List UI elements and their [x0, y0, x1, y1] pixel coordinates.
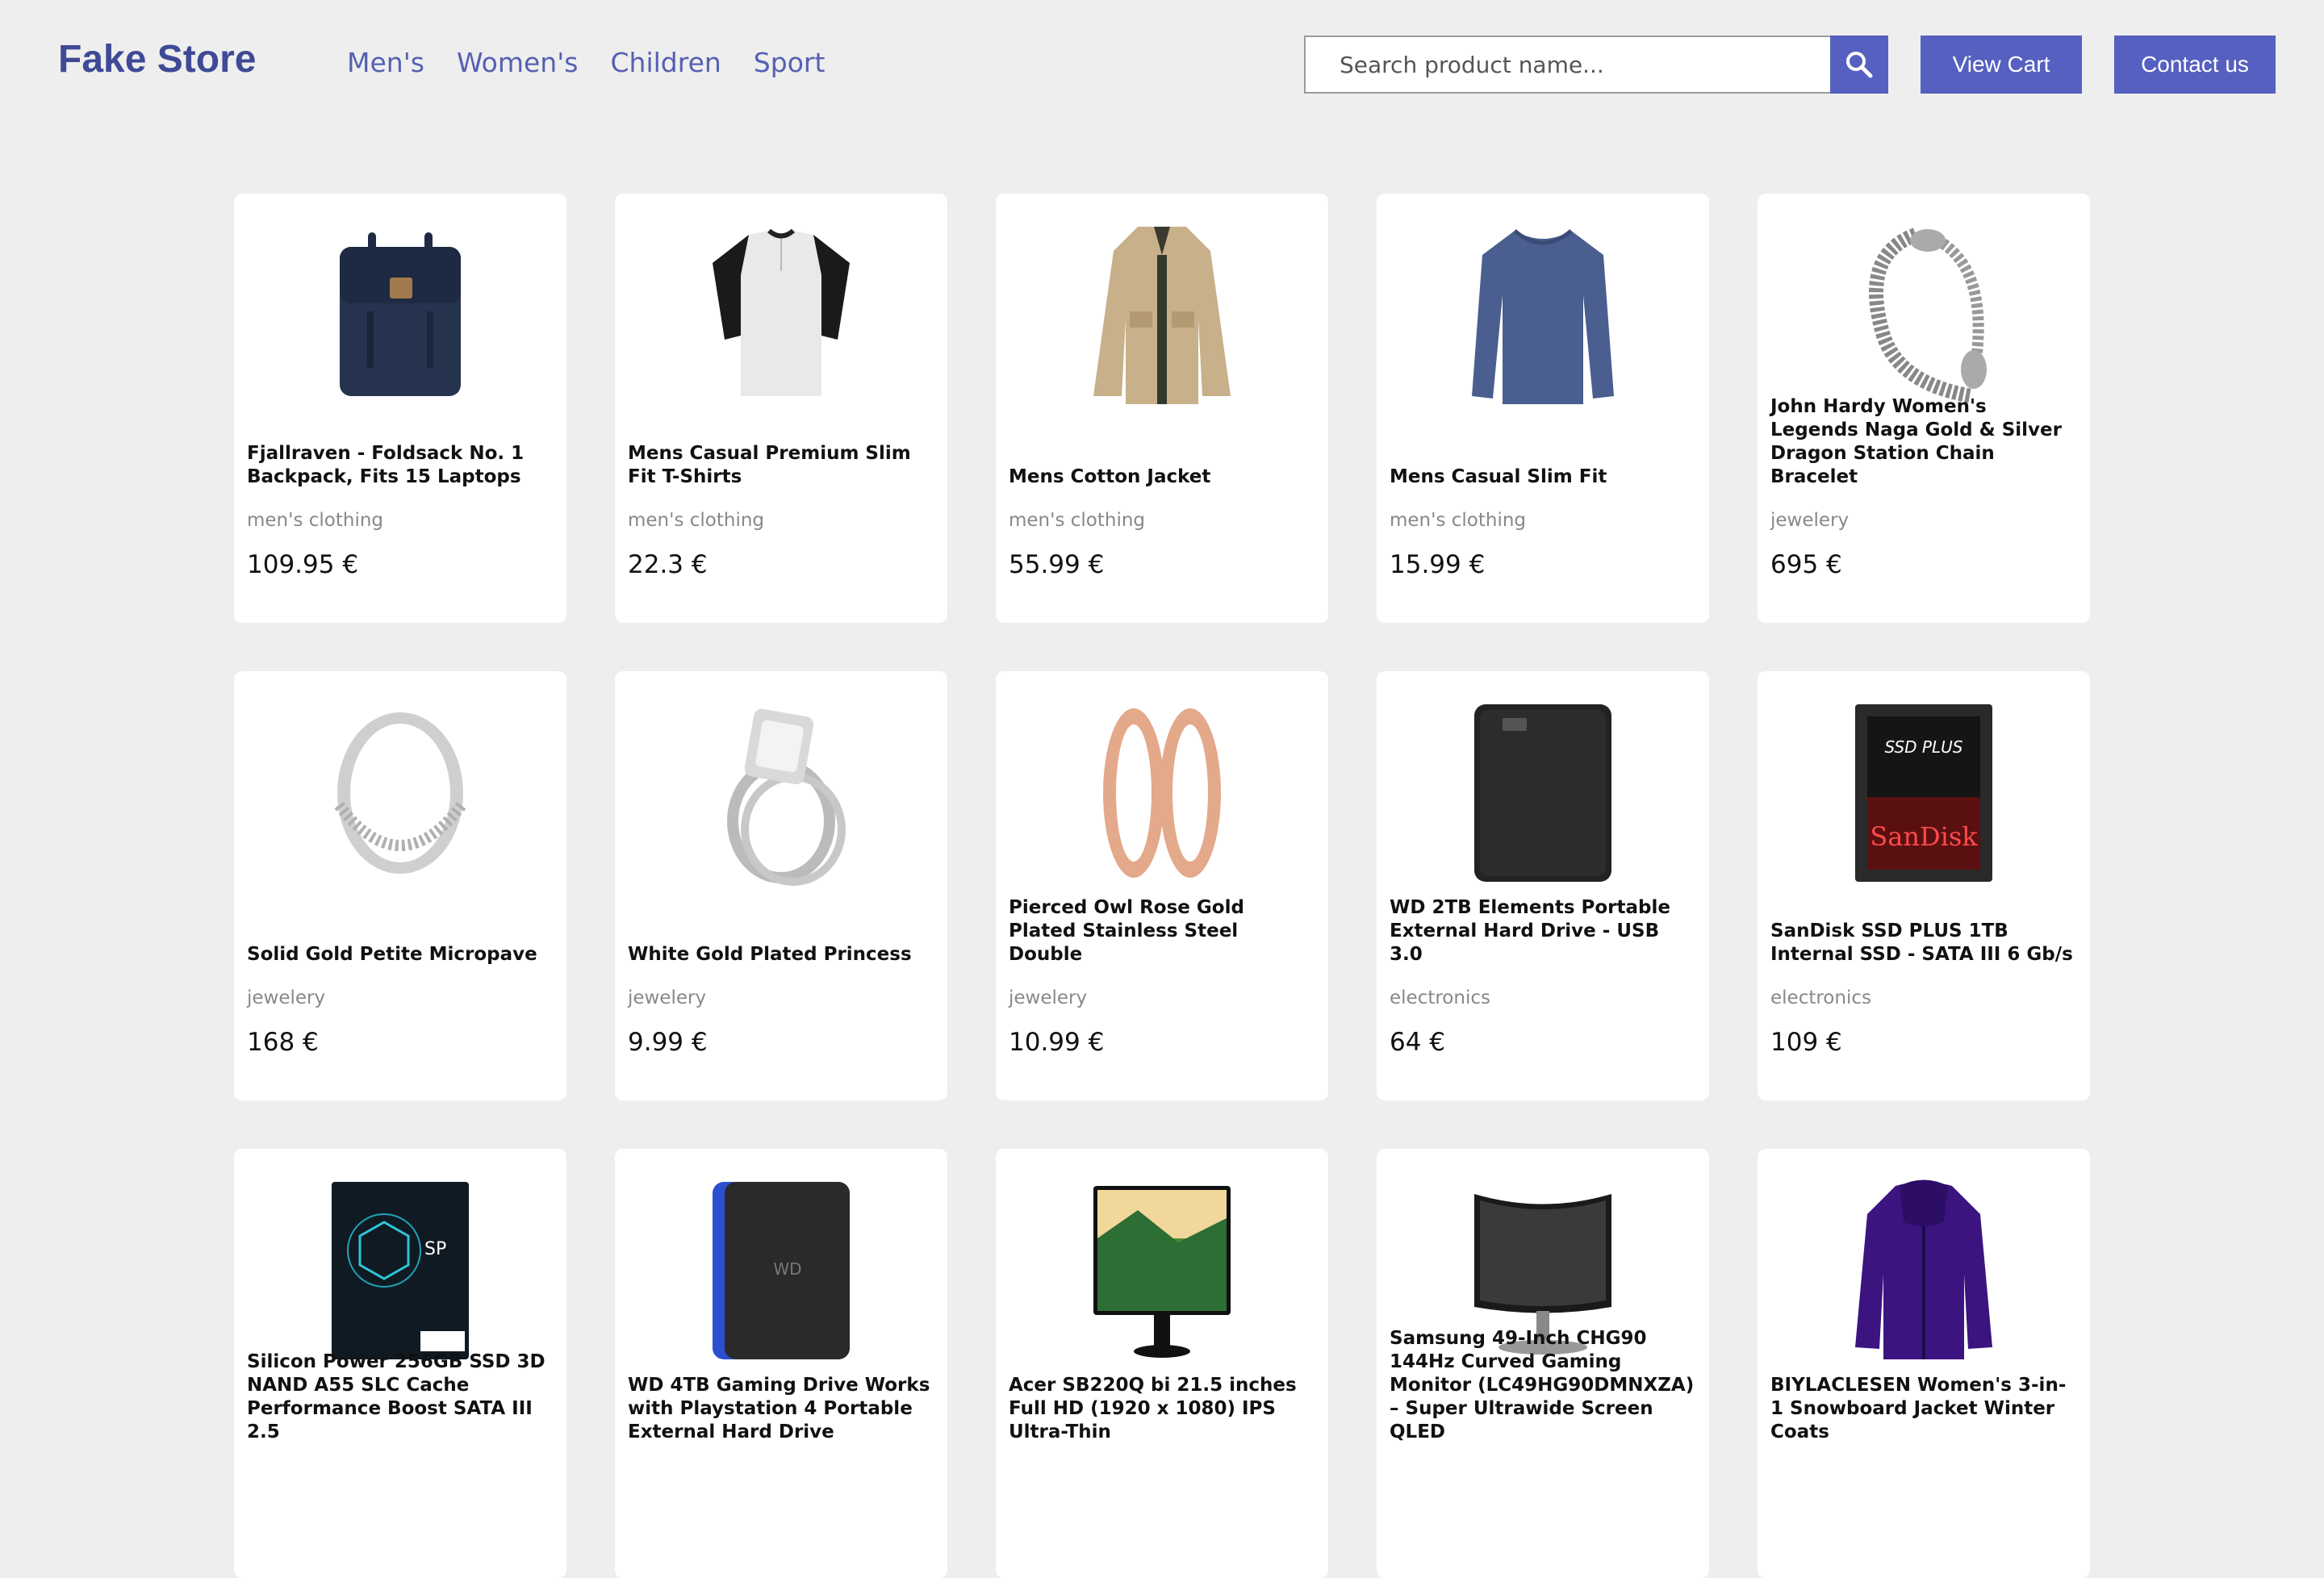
product-price: 695 €	[1770, 550, 1842, 579]
view-cart-button[interactable]: View Cart	[1921, 35, 2082, 94]
product-price: 168 €	[247, 1028, 319, 1057]
product-title[interactable]: Samsung 49-Inch CHG90 144Hz Curved Gamin…	[1390, 1327, 1696, 1444]
nav-link-womens[interactable]: Women's	[457, 47, 579, 78]
product-title[interactable]: Solid Gold Petite Micropave	[247, 943, 554, 966]
product-image[interactable]	[615, 223, 947, 408]
search-bar	[1304, 35, 1888, 94]
product-title[interactable]: Pierced Owl Rose Gold Plated Stainless S…	[1009, 896, 1315, 966]
product-title[interactable]: Acer SB220Q bi 21.5 inches Full HD (1920…	[1009, 1374, 1315, 1444]
product-card[interactable]: Mens Casual Slim Fit men's clothing 15.9…	[1377, 194, 1709, 623]
product-image[interactable]	[234, 223, 566, 408]
main-nav: Men's Women's Children Sport	[347, 47, 857, 78]
product-image[interactable]	[1758, 223, 2090, 408]
contact-button[interactable]: Contact us	[2114, 35, 2276, 94]
product-image[interactable]	[996, 223, 1328, 408]
svg-text:SSD PLUS: SSD PLUS	[1885, 737, 1963, 757]
product-category: men's clothing	[247, 510, 384, 531]
store-logo[interactable]: Fake Store	[58, 37, 256, 81]
product-image[interactable]	[1758, 1178, 2090, 1363]
product-card[interactable]: John Hardy Women's Legends Naga Gold & S…	[1758, 194, 2090, 623]
product-image[interactable]: SP	[234, 1178, 566, 1363]
product-price: 9.99 €	[628, 1028, 708, 1057]
product-category: electronics	[1390, 987, 1490, 1008]
svg-text:SP: SP	[424, 1239, 446, 1259]
product-title[interactable]: Silicon Power 256GB SSD 3D NAND A55 SLC …	[247, 1350, 554, 1444]
search-button[interactable]	[1830, 35, 1888, 94]
product-image[interactable]	[615, 700, 947, 886]
nav-link-sport[interactable]: Sport	[754, 47, 826, 78]
product-image[interactable]	[234, 700, 566, 886]
product-card[interactable]: Mens Cotton Jacket men's clothing 55.99 …	[996, 194, 1328, 623]
product-price: 10.99 €	[1009, 1028, 1105, 1057]
product-title[interactable]: BIYLACLESEN Women's 3-in-1 Snowboard Jac…	[1770, 1374, 2077, 1444]
product-image[interactable]	[1377, 700, 1709, 886]
product-image[interactable]: SSD PLUS SanDisk	[1758, 700, 2090, 886]
header: Fake Store Men's Women's Children Sport …	[0, 0, 2324, 129]
product-category: jewelery	[247, 987, 326, 1008]
search-icon	[1846, 52, 1873, 78]
product-price: 55.99 €	[1009, 550, 1105, 579]
product-image[interactable]: WD	[615, 1178, 947, 1363]
svg-text:WD: WD	[773, 1259, 801, 1279]
product-title[interactable]: Mens Casual Slim Fit	[1390, 465, 1696, 489]
product-title[interactable]: WD 4TB Gaming Drive Works with Playstati…	[628, 1374, 934, 1444]
product-category: jewelery	[1770, 510, 1850, 531]
svg-text:SanDisk: SanDisk	[1870, 821, 1978, 852]
product-image[interactable]	[996, 700, 1328, 886]
product-title[interactable]: SanDisk SSD PLUS 1TB Internal SSD - SATA…	[1770, 920, 2077, 966]
product-card[interactable]: Acer SB220Q bi 21.5 inches Full HD (1920…	[996, 1149, 1328, 1578]
product-card[interactable]: WD WD 4TB Gaming Drive Works with Playst…	[615, 1149, 947, 1578]
product-card[interactable]: Fjallraven - Foldsack No. 1 Backpack, Fi…	[234, 194, 566, 623]
product-price: 22.3 €	[628, 550, 708, 579]
product-title[interactable]: Mens Cotton Jacket	[1009, 465, 1315, 489]
product-grid: Fjallraven - Foldsack No. 1 Backpack, Fi…	[234, 194, 2090, 1578]
search-input[interactable]	[1304, 35, 1830, 94]
nav-link-children[interactable]: Children	[610, 47, 721, 78]
product-image[interactable]	[996, 1178, 1328, 1363]
product-card[interactable]: SP Silicon Power 256GB SSD 3D NAND A55 S…	[234, 1149, 566, 1578]
product-category: men's clothing	[628, 510, 765, 531]
product-category: men's clothing	[1390, 510, 1527, 531]
product-title[interactable]: WD 2TB Elements Portable External Hard D…	[1390, 896, 1696, 966]
product-category: electronics	[1770, 987, 1871, 1008]
product-card[interactable]: SSD PLUS SanDisk SanDisk SSD PLUS 1TB Int…	[1758, 671, 2090, 1100]
product-card[interactable]: Solid Gold Petite Micropave jewelery 168…	[234, 671, 566, 1100]
product-title[interactable]: John Hardy Women's Legends Naga Gold & S…	[1770, 395, 2077, 489]
product-card[interactable]: White Gold Plated Princess jewelery 9.99…	[615, 671, 947, 1100]
product-price: 64 €	[1390, 1028, 1446, 1057]
product-card[interactable]: Mens Casual Premium Slim Fit T-Shirts me…	[615, 194, 947, 623]
product-card[interactable]: Samsung 49-Inch CHG90 144Hz Curved Gamin…	[1377, 1149, 1709, 1578]
product-image[interactable]	[1377, 223, 1709, 408]
product-category: men's clothing	[1009, 510, 1146, 531]
product-title[interactable]: Fjallraven - Foldsack No. 1 Backpack, Fi…	[247, 442, 554, 489]
product-price: 15.99 €	[1390, 550, 1486, 579]
product-price: 109 €	[1770, 1028, 1842, 1057]
product-title[interactable]: Mens Casual Premium Slim Fit T-Shirts	[628, 442, 934, 489]
product-category: jewelery	[1009, 987, 1088, 1008]
product-card[interactable]: Pierced Owl Rose Gold Plated Stainless S…	[996, 671, 1328, 1100]
product-price: 109.95 €	[247, 550, 359, 579]
product-card[interactable]: WD 2TB Elements Portable External Hard D…	[1377, 671, 1709, 1100]
product-card[interactable]: BIYLACLESEN Women's 3-in-1 Snowboard Jac…	[1758, 1149, 2090, 1578]
product-category: jewelery	[628, 987, 707, 1008]
nav-link-mens[interactable]: Men's	[347, 47, 424, 78]
product-title[interactable]: White Gold Plated Princess	[628, 943, 934, 966]
